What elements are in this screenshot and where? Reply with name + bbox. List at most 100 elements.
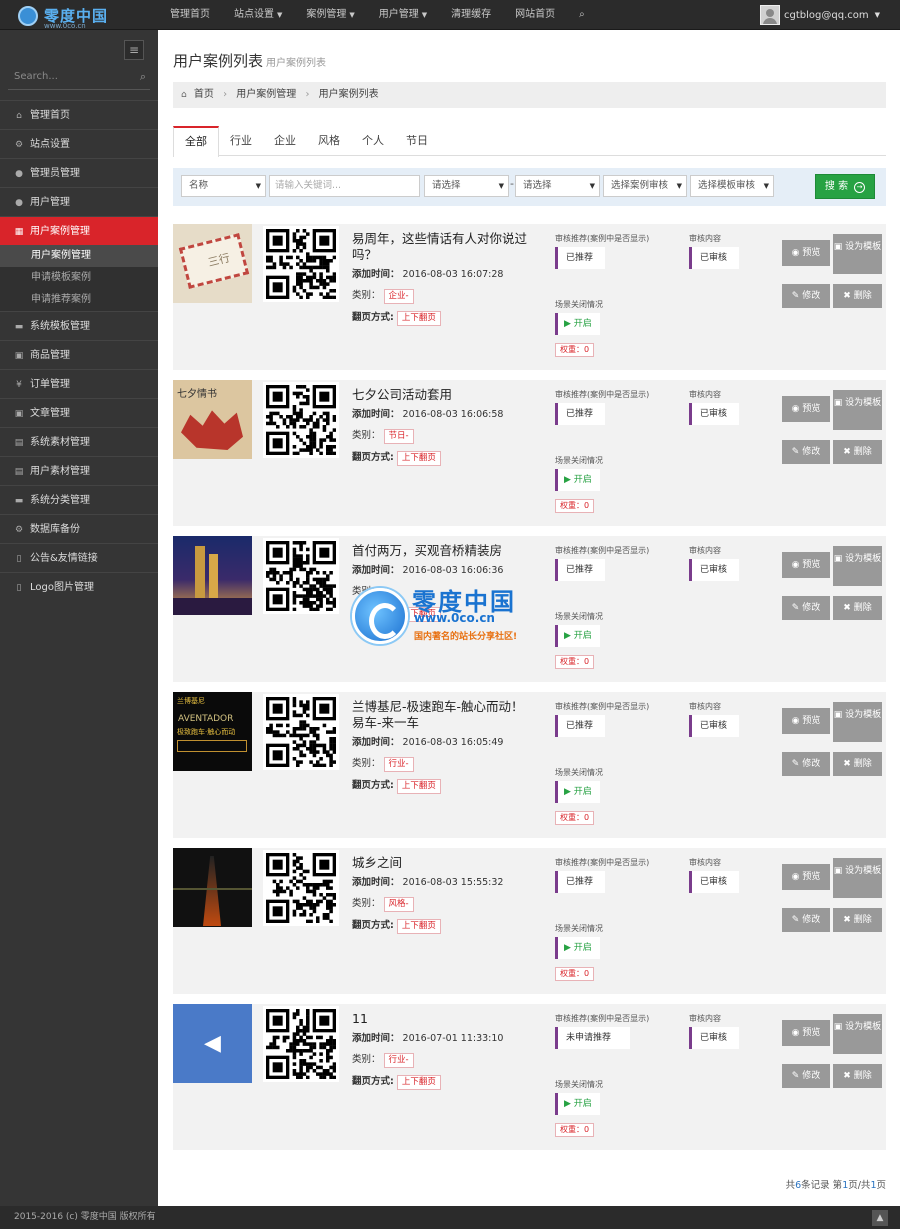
scene-open-toggle[interactable]: ▶ 开启 xyxy=(555,469,600,491)
preview-button[interactable]: ◉ 预览 xyxy=(782,396,830,422)
sidebar-subitem-1[interactable]: 申请模板案例 xyxy=(0,267,158,289)
edit-button[interactable]: ✎ 修改 xyxy=(782,908,830,932)
delete-button[interactable]: ✖ 删除 xyxy=(833,440,882,464)
nav-case-management[interactable]: 案例管理 ▼ xyxy=(294,0,366,30)
sidebar-item-11[interactable]: ▬ 系统分类管理 xyxy=(0,485,158,514)
nav-site-home[interactable]: 网站首页 xyxy=(503,0,567,30)
sidebar-item-4[interactable]: ▦ 用户案例管理 xyxy=(0,216,165,245)
tab-0[interactable]: 全部 xyxy=(173,126,219,157)
case-review-select[interactable]: 选择案例审核 ▼ xyxy=(603,175,687,197)
preview-button[interactable]: ◉ 预览 xyxy=(782,864,830,890)
case-title[interactable]: 七夕公司活动套用 xyxy=(352,387,527,403)
case-title[interactable]: 首付两万，买观音桥精装房 xyxy=(352,543,527,559)
delete-button[interactable]: ✖ 删除 xyxy=(833,596,882,620)
sidebar-subitem-0[interactable]: 用户案例管理 xyxy=(0,245,158,267)
edit-button[interactable]: ✎ 修改 xyxy=(782,596,830,620)
sidebar-item-2[interactable]: ● 管理员管理 xyxy=(0,158,158,187)
edit-button[interactable]: ✎ 修改 xyxy=(782,752,830,776)
breadcrumb-user-cases[interactable]: 用户案例管理 xyxy=(236,89,296,100)
recommend-status[interactable]: 已推荐 xyxy=(555,403,605,425)
tab-3[interactable]: 风格 xyxy=(307,126,351,156)
category-tag[interactable]: 行业- xyxy=(383,757,414,772)
set-template-button[interactable]: ▣ 设为模板 xyxy=(833,234,882,274)
preview-button[interactable]: ◉ 预览 xyxy=(782,708,830,734)
set-template-button[interactable]: ▣ 设为模板 xyxy=(833,546,882,586)
sidebar-item-13[interactable]: ▯ 公告&友情链接 xyxy=(0,543,158,572)
case-title[interactable]: 兰博基尼-极速跑车-触心而动！易车-来一车 xyxy=(352,699,527,731)
category-select-a[interactable]: 请选择 ▼ xyxy=(424,175,509,197)
delete-button[interactable]: ✖ 删除 xyxy=(833,752,882,776)
sidebar-toggle-icon[interactable]: ≡ xyxy=(124,40,144,60)
delete-button[interactable]: ✖ 删除 xyxy=(833,1064,882,1088)
weight-badge[interactable]: 权重：0 xyxy=(555,499,595,513)
search-icon[interactable]: ⌕ xyxy=(567,0,597,30)
review-status[interactable]: 已审核 xyxy=(689,871,739,893)
sidebar-item-6[interactable]: ▣ 商品管理 xyxy=(0,340,158,369)
recommend-status[interactable]: 已推荐 xyxy=(555,247,605,269)
weight-badge[interactable]: 权重：0 xyxy=(555,967,595,981)
nav-user-management[interactable]: 用户管理 ▼ xyxy=(367,0,439,30)
tab-4[interactable]: 个人 xyxy=(351,126,395,156)
case-thumbnail-wrap[interactable]: 三行 xyxy=(173,224,252,303)
preview-button[interactable]: ◉ 预览 xyxy=(782,240,830,266)
category-select-b[interactable]: 请选择 ▼ xyxy=(515,175,600,197)
weight-badge[interactable]: 权重：0 xyxy=(555,343,595,357)
field-select[interactable]: 名称 ▼ xyxy=(181,175,266,197)
scene-open-toggle[interactable]: ▶ 开启 xyxy=(555,781,600,803)
review-status[interactable]: 已审核 xyxy=(689,1027,739,1049)
edit-button[interactable]: ✎ 修改 xyxy=(782,284,830,308)
tab-2[interactable]: 企业 xyxy=(263,126,307,156)
sidebar-item-7[interactable]: ¥ 订单管理 xyxy=(0,369,158,398)
sidebar-item-10[interactable]: ▤ 用户素材管理 xyxy=(0,456,158,485)
recommend-status[interactable]: 已推荐 xyxy=(555,559,605,581)
tab-1[interactable]: 行业 xyxy=(219,126,263,156)
preview-button[interactable]: ◉ 预览 xyxy=(782,552,830,578)
review-status[interactable]: 已审核 xyxy=(689,559,739,581)
sidebar-item-1[interactable]: ⚙ 站点设置 xyxy=(0,129,158,158)
sidebar-item-5[interactable]: ▬ 系统模板管理 xyxy=(0,311,158,340)
scroll-top-icon[interactable]: ▲ xyxy=(872,1210,888,1226)
recommend-status[interactable]: 已推荐 xyxy=(555,871,605,893)
nav-clear-cache[interactable]: 清理缓存 xyxy=(439,0,503,30)
case-thumbnail-wrap[interactable]: ◀ xyxy=(173,1004,252,1083)
recommend-status[interactable]: 已推荐 xyxy=(555,715,605,737)
review-status[interactable]: 已审核 xyxy=(689,403,739,425)
sidebar-item-0[interactable]: ⌂ 管理首页 xyxy=(0,100,158,129)
edit-button[interactable]: ✎ 修改 xyxy=(782,440,830,464)
edit-button[interactable]: ✎ 修改 xyxy=(782,1064,830,1088)
category-tag[interactable]: 行业- xyxy=(383,1053,414,1068)
category-tag[interactable]: 风格- xyxy=(383,897,414,912)
nav-site-settings[interactable]: 站点设置 ▼ xyxy=(222,0,294,30)
user-menu[interactable]: cgtblog@qq.com ▼ xyxy=(760,4,880,26)
weight-badge[interactable]: 权重：0 xyxy=(555,811,595,825)
template-review-select[interactable]: 选择模板审核 ▼ xyxy=(690,175,774,197)
sidebar-item-14[interactable]: ▯ Logo图片管理 xyxy=(0,572,158,601)
nav-home[interactable]: 管理首页 xyxy=(158,0,222,30)
weight-badge[interactable]: 权重：0 xyxy=(555,1123,595,1137)
sidebar-item-3[interactable]: ● 用户管理 xyxy=(0,187,158,216)
sidebar-item-8[interactable]: ▣ 文章管理 xyxy=(0,398,158,427)
tab-5[interactable]: 节日 xyxy=(395,126,439,156)
breadcrumb-home[interactable]: 首页 xyxy=(194,89,214,100)
review-status[interactable]: 已审核 xyxy=(689,247,739,269)
case-title[interactable]: 城乡之间 xyxy=(352,855,527,871)
case-thumbnail-wrap[interactable] xyxy=(173,536,252,615)
sidebar-item-9[interactable]: ▤ 系统素材管理 xyxy=(0,427,158,456)
delete-button[interactable]: ✖ 删除 xyxy=(833,908,882,932)
sidebar-subitem-2[interactable]: 申请推荐案例 xyxy=(0,289,158,311)
case-thumbnail-wrap[interactable] xyxy=(173,848,252,927)
preview-button[interactable]: ◉ 预览 xyxy=(782,1020,830,1046)
scene-open-toggle[interactable]: ▶ 开启 xyxy=(555,625,600,647)
case-title[interactable]: 易周年，这些情话有人对你说过吗？ xyxy=(352,231,527,263)
keyword-input[interactable]: 请输入关键词... xyxy=(269,175,420,197)
case-title[interactable]: 11 xyxy=(352,1011,527,1027)
review-status[interactable]: 已审核 xyxy=(689,715,739,737)
set-template-button[interactable]: ▣ 设为模板 xyxy=(833,390,882,430)
recommend-status[interactable]: 未申请推荐 xyxy=(555,1027,630,1049)
logo[interactable]: 零度中国 www.0co.cn xyxy=(14,3,154,30)
sidebar-item-12[interactable]: ⚙ 数据库备份 xyxy=(0,514,158,543)
weight-badge[interactable]: 权重：0 xyxy=(555,655,595,669)
category-tag[interactable]: 企业- xyxy=(383,289,414,304)
search-icon[interactable]: ⌕ xyxy=(140,66,146,88)
category-tag[interactable]: 节日- xyxy=(383,429,414,444)
